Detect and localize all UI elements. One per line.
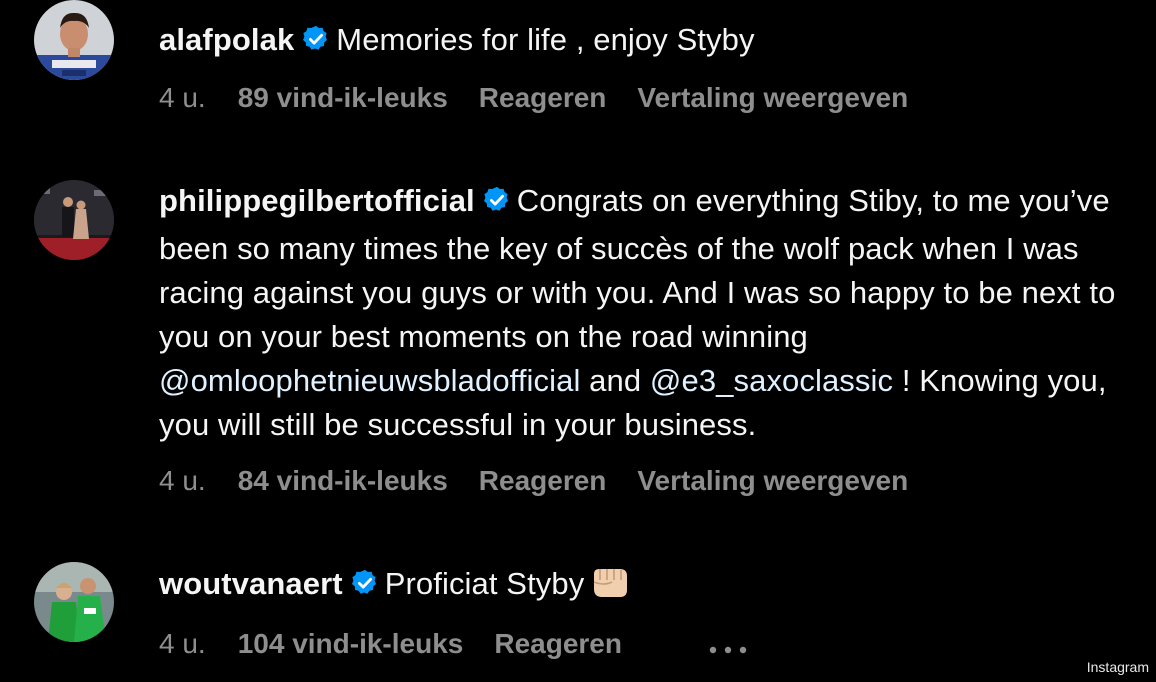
likes-count[interactable]: 84 vind-ik-leuks (238, 465, 448, 497)
comment-meta: 4 u. 104 vind-ik-leuks Reageren (159, 628, 748, 662)
translate-button[interactable]: Vertaling weergeven (637, 82, 908, 114)
avatar[interactable] (34, 0, 114, 80)
reply-button[interactable]: Reageren (479, 465, 607, 497)
comment-body: woutvanaert Proficiat Styby (159, 562, 1129, 612)
comment-time: 4 u. (159, 465, 206, 496)
comment-time: 4 u. (159, 628, 206, 659)
likes-count[interactable]: 104 vind-ik-leuks (238, 628, 464, 660)
username[interactable]: alafpolak (159, 22, 294, 57)
verified-badge-icon (301, 22, 331, 66)
comment-text: Memories for life , enjoy Styby (336, 22, 755, 57)
comment-meta: 4 u. 84 vind-ik-leuks Reageren Vertaling we… (159, 465, 908, 497)
comment-meta: 4 u. 89 vind-ik-leuks Reageren Vertaling we… (159, 82, 908, 114)
username[interactable]: woutvanaert (159, 566, 343, 601)
avatar[interactable] (34, 562, 114, 642)
comment-body: philippegilbertofficial Congrats on every… (159, 179, 1129, 447)
verified-badge-icon (350, 566, 380, 610)
comment-text: and (580, 363, 650, 398)
mention-link[interactable]: @e3_saxoclassic (650, 363, 893, 398)
avatar[interactable] (34, 180, 114, 260)
verified-badge-icon (482, 183, 512, 227)
comment-body: alafpolak Memories for life , enjoy Styby (159, 18, 1129, 66)
comment-text: Proficiat Styby (384, 566, 585, 601)
oncoming-fist-icon (590, 566, 630, 612)
reply-button[interactable]: Reageren (494, 628, 622, 660)
mention-link[interactable]: @omloophetnieuwsbladofficial (159, 363, 580, 398)
more-options-icon[interactable] (708, 630, 748, 662)
username[interactable]: philippegilbertofficial (159, 183, 475, 218)
instagram-watermark: Instagram (1086, 659, 1149, 675)
likes-count[interactable]: 89 vind-ik-leuks (238, 82, 448, 114)
translate-button[interactable]: Vertaling weergeven (637, 465, 908, 497)
comment-time: 4 u. (159, 82, 206, 113)
reply-button[interactable]: Reageren (479, 82, 607, 114)
